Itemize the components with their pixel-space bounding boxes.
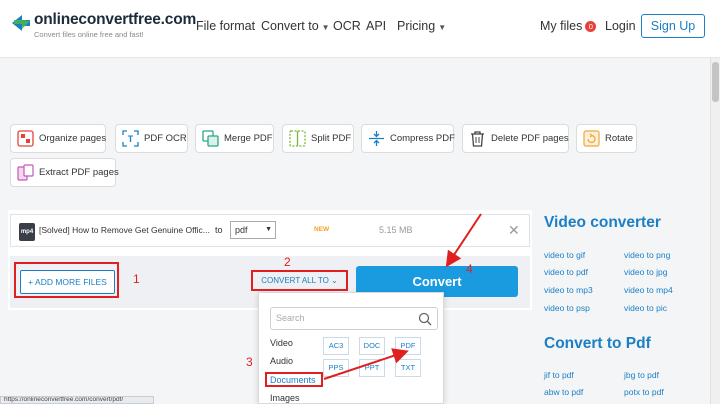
brand-name[interactable]: onlineconvertfree.com	[34, 11, 196, 29]
tool-compress-pdf[interactable]: Compress PDF	[361, 124, 455, 153]
category-images[interactable]: Images	[270, 393, 300, 403]
scrollbar-thumb[interactable]	[712, 62, 719, 102]
format-ppt-button[interactable]: PPT	[359, 359, 385, 377]
sidebar-link[interactable]: video to png	[624, 250, 670, 260]
nav-file-format[interactable]: File format	[196, 19, 255, 33]
format-pdf-button[interactable]: PDF	[395, 337, 421, 355]
annotation-number-3: 3	[246, 355, 253, 369]
sidebar-link[interactable]: video to jpg	[624, 267, 667, 277]
extract-pages-icon	[17, 164, 34, 181]
brand-tagline: Convert files online free and fast!	[34, 30, 144, 39]
file-name: [Solved] How to Remove Get Genuine Offic…	[39, 225, 210, 235]
sidebar-link[interactable]: video to pic	[624, 303, 667, 313]
new-badge: NEW	[314, 226, 330, 233]
nav-convert-to[interactable]: Convert to ▼	[261, 19, 330, 33]
chevron-down-icon: ▼	[438, 23, 447, 32]
sidebar-link[interactable]: jif to pdf	[544, 370, 574, 380]
sidebar-link[interactable]: video to mp3	[544, 285, 593, 295]
tool-rotate[interactable]: Rotate	[576, 124, 637, 153]
tool-split-pdf[interactable]: Split PDF	[282, 124, 354, 153]
format-pps-button[interactable]: PPS	[323, 359, 349, 377]
file-row: mp4 [Solved] How to Remove Get Genuine O…	[10, 214, 530, 247]
annotation-number-2: 2	[284, 255, 291, 269]
vertical-scrollbar[interactable]	[710, 58, 720, 404]
compress-pdf-icon	[369, 131, 384, 146]
annotation-box-2	[251, 270, 348, 291]
status-bar-url: https://onlineconvertfree.com/convert/pd…	[0, 396, 154, 404]
tool-extract-pdf-pages[interactable]: Extract PDF pages	[10, 158, 119, 187]
sidebar-link[interactable]: video to psp	[544, 303, 590, 313]
tool-organize-pages[interactable]: Organize pages	[10, 124, 106, 153]
file-size: 5.15 MB	[379, 225, 413, 235]
sidebar-link[interactable]: video to pdf	[544, 267, 588, 277]
format-txt-button[interactable]: TXT	[395, 359, 421, 377]
ocr-icon: T	[122, 130, 139, 147]
category-audio[interactable]: Audio	[270, 356, 293, 366]
output-format-select[interactable]: pdf ▼	[230, 221, 276, 239]
annotation-box-1	[14, 262, 119, 298]
my-files-link[interactable]: My files 0	[540, 19, 597, 33]
sidebar-link[interactable]: video to mp4	[624, 285, 673, 295]
login-link[interactable]: Login	[605, 19, 636, 33]
sidebar-link[interactable]: abw to pdf	[544, 387, 583, 397]
format-search-input[interactable]: Search	[270, 307, 438, 330]
organize-pages-icon	[17, 130, 34, 147]
nav-ocr[interactable]: OCR	[333, 19, 361, 33]
annotation-number-4: 4	[466, 262, 473, 276]
remove-file-icon[interactable]: ✕	[508, 222, 520, 239]
video-file-icon: mp4	[19, 223, 35, 241]
signup-button[interactable]: Sign Up	[641, 14, 705, 38]
format-ac3-button[interactable]: AC3	[323, 337, 349, 355]
tool-merge-pdf[interactable]: Merge PDF	[195, 124, 274, 153]
nav-pricing[interactable]: Pricing ▼	[397, 19, 446, 33]
video-converter-title: Video converter	[544, 214, 661, 231]
tool-delete-pdf-pages[interactable]: Delete PDF pages	[462, 124, 569, 153]
my-files-count-badge: 0	[585, 21, 597, 32]
top-navigation-bar: onlineconvertfree.com Convert files onli…	[0, 0, 720, 58]
nav-api[interactable]: API	[366, 19, 386, 33]
rotate-icon	[583, 130, 600, 147]
annotation-box-3	[265, 372, 323, 387]
logo-icon[interactable]	[10, 11, 32, 33]
sidebar-link[interactable]: video to gif	[544, 250, 585, 260]
convert-to-pdf-title: Convert to Pdf	[544, 335, 651, 352]
merge-pdf-icon	[202, 130, 219, 147]
trash-icon	[471, 131, 484, 147]
split-pdf-icon	[289, 130, 306, 147]
category-video[interactable]: Video	[270, 338, 293, 348]
sidebar-link[interactable]: potx to pdf	[624, 387, 664, 397]
select-arrow-icon: ▼	[265, 226, 272, 233]
tool-pdf-ocr[interactable]: T PDF OCR	[115, 124, 188, 153]
format-doc-button[interactable]: DOC	[359, 337, 385, 355]
svg-text:T: T	[128, 134, 134, 144]
search-icon	[418, 312, 432, 326]
file-to-label: to	[215, 225, 223, 235]
chevron-down-icon: ▼	[321, 23, 330, 32]
annotation-number-1: 1	[133, 272, 140, 286]
sidebar-link[interactable]: jbg to pdf	[624, 370, 659, 380]
